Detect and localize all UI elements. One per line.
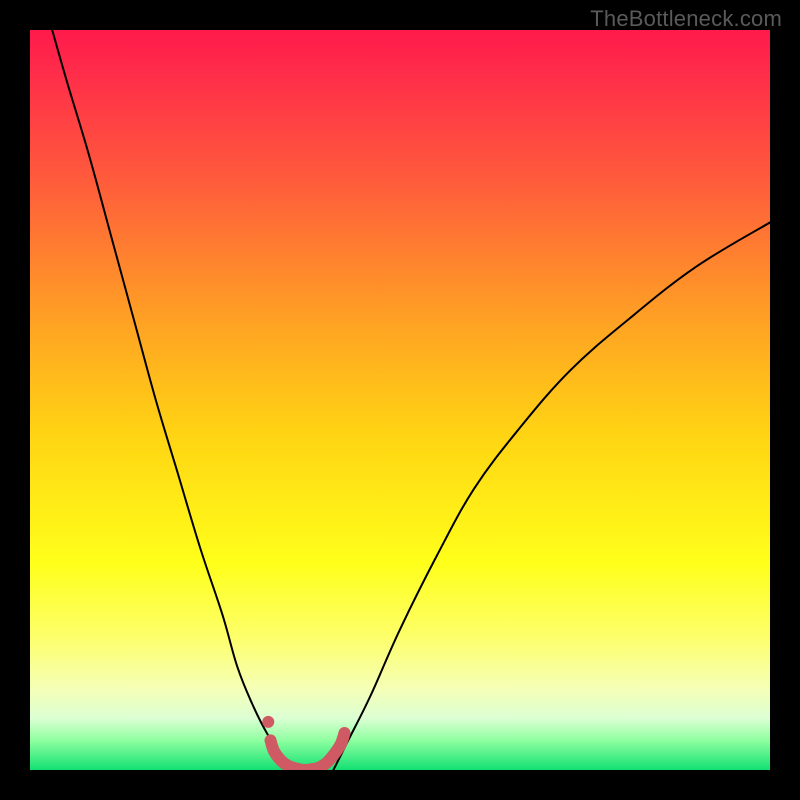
plot-area <box>30 30 770 770</box>
chart-svg <box>30 30 770 770</box>
chart-container: TheBottleneck.com <box>0 0 800 800</box>
background-gradient <box>30 30 770 770</box>
marker-dot-left <box>262 716 274 728</box>
marker-group <box>262 716 274 728</box>
watermark-text: TheBottleneck.com <box>590 6 782 32</box>
